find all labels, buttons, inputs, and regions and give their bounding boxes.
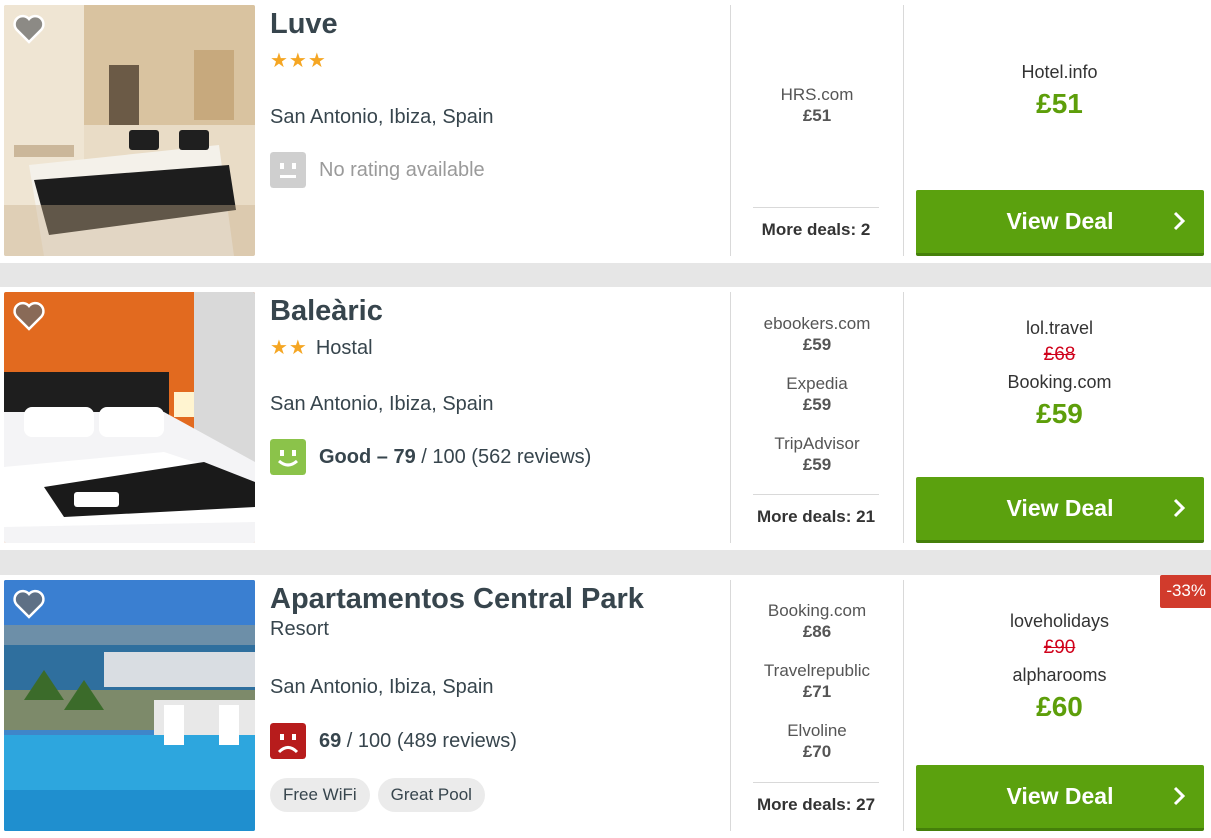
star-rating-icon: ★★★ <box>270 50 327 72</box>
favorite-heart-icon[interactable] <box>13 301 45 331</box>
alt-deal-site: TripAdvisor <box>774 434 860 453</box>
hotel-stars-line: ★★★ <box>270 48 335 73</box>
hotel-info: Baleàric ★★ Hostal San Antonio, Ibiza, Sp… <box>270 287 720 550</box>
amenity-chip[interactable]: Great Pool <box>377 778 485 812</box>
hotel-photo[interactable] <box>4 580 255 831</box>
amenity-chips: Free WiFi Great Pool <box>270 778 485 812</box>
star-rating-icon: ★★ <box>270 337 308 359</box>
alt-deal-price: £59 <box>802 455 832 474</box>
hotel-name[interactable]: Luve <box>270 8 338 41</box>
more-deals-link[interactable]: More deals: 2 <box>753 207 879 240</box>
alt-deal[interactable]: Expedia £59 <box>731 373 903 416</box>
favorite-heart-icon[interactable] <box>13 589 45 619</box>
hotel-card: Baleàric ★★ Hostal San Antonio, Ibiza, Sp… <box>0 287 1211 550</box>
alt-deal[interactable]: Booking.com £86 <box>731 600 903 643</box>
hotel-stars-line: ★★ Hostal <box>270 335 373 360</box>
alt-deal-price: £70 <box>802 742 832 761</box>
alt-deal-site: Travelrepublic <box>763 661 871 680</box>
view-deal-label: View Deal <box>1006 208 1114 234</box>
alt-deal-site: Booking.com <box>767 601 867 620</box>
view-deal-button[interactable]: View Deal <box>916 190 1204 256</box>
chevron-right-icon <box>1173 211 1186 231</box>
hotel-location: San Antonio, Ibiza, Spain <box>270 676 494 698</box>
alt-deal-site: ebookers.com <box>763 314 871 333</box>
previous-deal-site: lol.travel <box>1025 318 1094 338</box>
rating-rest: / 100 (489 reviews) <box>341 729 517 752</box>
best-deal: -33% loveholidays £90 alpharooms £60 Vie… <box>904 575 1211 838</box>
hotel-type: Resort <box>270 618 329 640</box>
chevron-right-icon <box>1173 786 1186 806</box>
alt-deal[interactable]: TripAdvisor £59 <box>731 433 903 476</box>
more-deals-link[interactable]: More deals: 27 <box>753 782 879 815</box>
hotel-location: San Antonio, Ibiza, Spain <box>270 393 494 415</box>
alternative-deals: ebookers.com £59 Expedia £59 TripAdvisor… <box>731 287 903 550</box>
rating-score: 69 <box>319 729 342 752</box>
hotel-location: San Antonio, Ibiza, Spain <box>270 106 494 128</box>
favorite-heart-icon[interactable] <box>13 14 45 44</box>
neutral-face-icon <box>270 152 306 188</box>
sad-face-icon <box>270 723 306 759</box>
best-deal: lol.travel £68 Booking.com £59 View Deal <box>904 287 1211 550</box>
alt-deal-price: £51 <box>802 106 832 125</box>
alt-deal-site: Elvoline <box>787 721 847 740</box>
hotel-photo[interactable] <box>4 292 255 543</box>
rating-rest: / 100 (562 reviews) <box>415 445 592 468</box>
best-deal-site: Booking.com <box>1007 372 1112 392</box>
hotel-info: Apartamentos Central Park Resort San Ant… <box>270 575 720 838</box>
discount-badge: -33% <box>1160 575 1211 608</box>
hotel-rating: Good – 79 / 100 (562 reviews) <box>270 439 591 475</box>
alt-deal-price: £86 <box>802 622 832 641</box>
view-deal-button[interactable]: View Deal <box>916 477 1204 543</box>
rating-text: Good – 79 / 100 (562 reviews) <box>319 446 591 469</box>
best-deal: Hotel.info £51 View Deal <box>904 0 1211 263</box>
hotel-rating: No rating available <box>270 152 485 188</box>
view-deal-button[interactable]: View Deal <box>916 765 1204 831</box>
hotel-card: Apartamentos Central Park Resort San Ant… <box>0 575 1211 838</box>
best-deal-site: alpharooms <box>1012 665 1107 685</box>
alternative-deals: HRS.com £51 More deals: 2 <box>731 0 903 263</box>
hotel-name[interactable]: Apartamentos Central Park <box>270 583 644 616</box>
rating-text: No rating available <box>319 158 485 181</box>
rating-score: Good – 79 <box>319 445 416 468</box>
view-deal-label: View Deal <box>1006 783 1114 809</box>
amenity-chip[interactable]: Free WiFi <box>270 778 370 812</box>
view-deal-label: View Deal <box>1006 495 1114 521</box>
hotel-info: Luve ★★★ San Antonio, Ibiza, Spain No ra… <box>270 0 720 263</box>
chevron-right-icon <box>1173 498 1186 518</box>
hotel-photo[interactable] <box>4 5 255 256</box>
previous-deal-price: £90 <box>1043 637 1076 658</box>
alt-deal[interactable]: Travelrepublic £71 <box>731 660 903 703</box>
best-deal-site: Hotel.info <box>1021 62 1098 82</box>
alt-deal-price: £71 <box>802 682 832 701</box>
alt-deal-price: £59 <box>802 395 832 414</box>
alternative-deals: Booking.com £86 Travelrepublic £71 Elvol… <box>731 575 903 838</box>
previous-deal-price: £68 <box>1043 344 1076 365</box>
best-deal-price: £60 <box>1036 691 1083 722</box>
alt-deal[interactable]: ebookers.com £59 <box>731 313 903 356</box>
alt-deal[interactable]: Elvoline £70 <box>731 720 903 763</box>
alt-deal[interactable]: HRS.com £51 <box>731 84 903 127</box>
alt-deal-price: £59 <box>802 335 832 354</box>
hotel-card: Luve ★★★ San Antonio, Ibiza, Spain No ra… <box>0 0 1211 263</box>
hotel-rating: 69 / 100 (489 reviews) <box>270 723 517 759</box>
alt-deal-site: HRS.com <box>780 85 854 104</box>
alt-deal-site: Expedia <box>786 374 848 393</box>
hotel-type: Hostal <box>315 337 373 359</box>
rating-text: 69 / 100 (489 reviews) <box>319 730 517 753</box>
best-deal-price: £59 <box>1036 398 1083 429</box>
smile-face-icon <box>270 439 306 475</box>
more-deals-link[interactable]: More deals: 21 <box>753 494 879 527</box>
best-deal-price: £51 <box>1036 88 1083 119</box>
previous-deal-site: loveholidays <box>1009 611 1110 631</box>
hotel-name[interactable]: Baleàric <box>270 295 383 328</box>
